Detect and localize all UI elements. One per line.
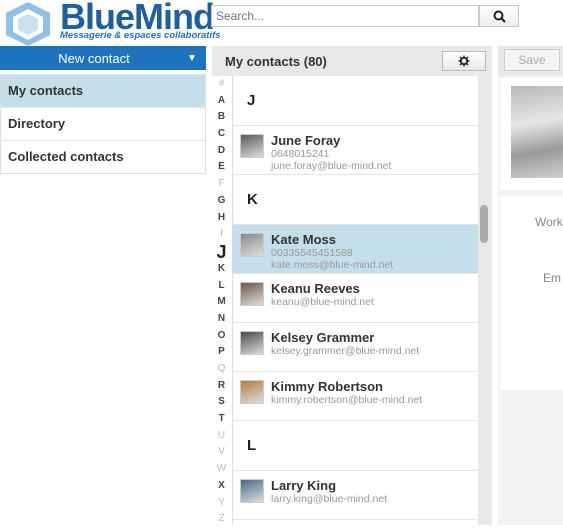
alphabet-letter[interactable]: J	[212, 243, 231, 261]
sidebar-item-my-contacts[interactable]: My contacts	[1, 74, 205, 107]
contact-avatar	[240, 331, 264, 355]
alphabet-letter[interactable]: V	[212, 444, 231, 461]
contact-row[interactable]: Kate Moss 00335545451588 kate.moss@blue-mi…	[233, 225, 479, 274]
contact-detail-line: 0648015241	[271, 148, 330, 160]
alphabet-letter[interactable]: G	[212, 193, 231, 210]
hexagon-logo-icon	[6, 2, 50, 46]
contact-avatar	[240, 479, 264, 503]
contact-name: June Foray	[271, 133, 341, 148]
section-letter-header: K	[233, 175, 479, 225]
alphabet-letter[interactable]: N	[212, 311, 231, 328]
contact-list-scrollbar[interactable]	[478, 76, 492, 525]
sidebar-item-collected-contacts[interactable]: Collected contacts	[1, 140, 205, 173]
contact-list-header: My contacts (80)	[212, 46, 492, 76]
alphabet-letter[interactable]: Z	[212, 511, 231, 528]
alphabet-letter[interactable]: H	[212, 210, 231, 227]
contact-row[interactable]: Larry King larry.king@blue-mind.net	[233, 471, 479, 520]
alphabet-index: # A B C D E F G H I J K L M N O P Q R S T U V W X Y Z	[212, 76, 231, 525]
save-button[interactable]: Save	[504, 49, 560, 71]
new-contact-label: New contact	[58, 50, 130, 66]
contact-row[interactable]: Kimmy Robertson kimmy.robertson@blue-mind…	[233, 372, 479, 421]
alphabet-letter[interactable]: R	[212, 378, 231, 395]
contact-detail-line: larry.king@blue-mind.net	[271, 493, 388, 505]
alphabet-letter[interactable]: Y	[212, 495, 231, 512]
alphabet-letter[interactable]: #	[212, 76, 231, 93]
contact-avatar	[240, 233, 264, 257]
settings-button[interactable]	[442, 51, 486, 71]
gear-icon	[458, 55, 470, 67]
alphabet-letter[interactable]: O	[212, 328, 231, 345]
sidebar-item-directory[interactable]: Directory	[1, 107, 205, 140]
alphabet-letter[interactable]: D	[212, 143, 231, 160]
alphabet-letter[interactable]: I	[212, 226, 231, 243]
contact-name: Kelsey Grammer	[271, 330, 375, 345]
alphabet-letter[interactable]: K	[212, 261, 231, 278]
contact-avatar	[240, 282, 264, 306]
alphabet-letter[interactable]: F	[212, 176, 231, 193]
contact-list-title: My contacts (80)	[225, 54, 327, 69]
contact-row[interactable]: Kelsey Grammer kelsey.grammer@blue-mind.n…	[233, 323, 479, 372]
contact-name: Keanu Reeves	[271, 281, 360, 296]
bluemind-logo: BlueMind Messagerie & espaces collaborat…	[0, 0, 221, 46]
contact-email: june.foray@blue-mind.net	[271, 160, 392, 172]
contact-row[interactable]: Keanu Reeves keanu@blue-mind.net	[233, 274, 479, 323]
alphabet-letter[interactable]: Q	[212, 361, 231, 378]
scrollbar-thumb[interactable]	[480, 205, 488, 243]
alphabet-letter[interactable]: T	[212, 411, 231, 428]
contact-photo[interactable]	[511, 86, 563, 178]
alphabet-letter[interactable]: U	[212, 428, 231, 445]
work-label: Work	[535, 215, 563, 229]
contact-name: Larry King	[271, 478, 337, 493]
section-letter-header: J	[233, 76, 479, 126]
contact-email: kate.moss@blue-mind.net	[271, 259, 394, 271]
alphabet-letter[interactable]: C	[212, 126, 231, 143]
contact-avatar	[240, 380, 264, 404]
alphabet-letter[interactable]: L	[212, 278, 231, 295]
section-letter-header: L	[233, 421, 479, 471]
alphabet-letter[interactable]: W	[212, 461, 231, 478]
contact-row[interactable]: June Foray 0648015241 june.foray@blue-mind…	[233, 126, 479, 175]
contact-detail-line: keanu@blue-mind.net	[271, 296, 374, 308]
alphabet-letter[interactable]: X	[212, 478, 231, 495]
app-tagline: Messagerie & espaces collaboratifs	[60, 30, 221, 41]
email-label: Em	[543, 271, 561, 285]
dropdown-caret-icon[interactable]: ▼	[178, 53, 206, 64]
contact-name: Kimmy Robertson	[271, 379, 383, 394]
alphabet-letter[interactable]: B	[212, 109, 231, 126]
alphabet-letter[interactable]: S	[212, 394, 231, 411]
addressbook-list: My contacts Directory Collected contacts	[0, 74, 206, 174]
search-field[interactable]	[211, 5, 479, 27]
alphabet-letter[interactable]: E	[212, 159, 231, 176]
search-icon	[493, 10, 506, 23]
contact-name: Kate Moss	[271, 232, 337, 247]
search-button[interactable]	[479, 5, 519, 27]
search-input[interactable]	[212, 6, 478, 26]
new-contact-button[interactable]: New contact ▼	[0, 46, 206, 70]
alphabet-letter[interactable]: M	[212, 294, 231, 311]
contact-detail-line: 00335545451588	[271, 247, 353, 259]
contact-detail-line: kimmy.robertson@blue-mind.net	[271, 394, 423, 406]
alphabet-letter[interactable]: A	[212, 93, 231, 110]
contact-list: J June Foray 0648015241 june.foray@blue-min…	[232, 76, 479, 525]
alphabet-letter[interactable]: P	[212, 344, 231, 361]
contact-detail-line: kelsey.grammer@blue-mind.net	[271, 345, 420, 357]
contact-avatar	[240, 134, 264, 158]
